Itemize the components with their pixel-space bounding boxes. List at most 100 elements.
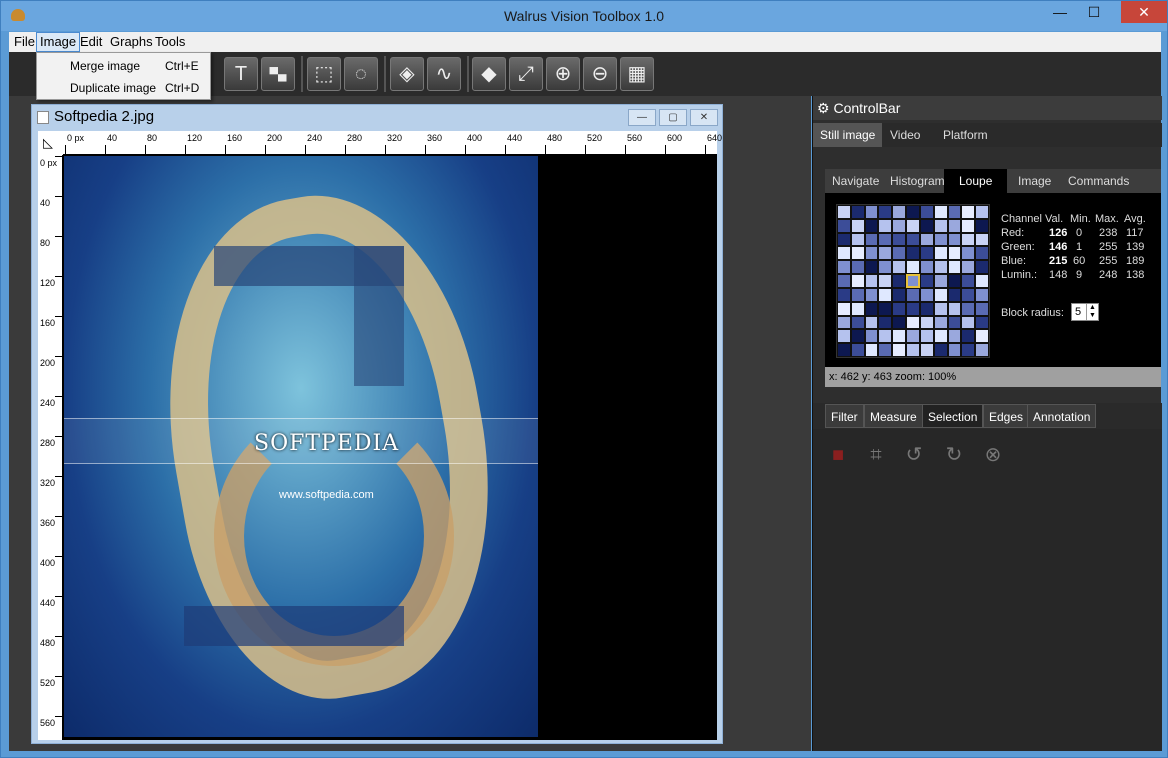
block-radius-spinner[interactable]: 5 ▲ ▼: [1071, 303, 1099, 321]
photo-logo-text: SOFTPEDIA: [254, 431, 400, 456]
text-tool-icon[interactable]: T: [224, 57, 258, 91]
app-window: Walrus Vision Toolbox 1.0 — ☐ ✕ File Ima…: [0, 0, 1168, 758]
minimize-button[interactable]: —: [1043, 1, 1077, 23]
rect-select-icon[interactable]: ⬚: [307, 57, 341, 91]
crop-icon[interactable]: ⌗: [863, 442, 889, 468]
loupe-cell: [906, 315, 920, 330]
tab-video[interactable]: Video: [883, 123, 927, 147]
loupe-cell: [878, 274, 893, 288]
tab-histogram[interactable]: Histogram: [883, 169, 952, 193]
menu-edit[interactable]: Edit: [77, 34, 105, 49]
curve-icon[interactable]: ∿: [427, 57, 461, 91]
loupe-cell: [919, 205, 934, 219]
stop-icon[interactable]: ■: [825, 442, 851, 468]
loupe-cell: [933, 260, 948, 275]
loupe-cell: [975, 343, 989, 357]
loupe-cell: [878, 218, 893, 233]
loupe-cell: [864, 260, 879, 275]
ruler-corner-icon[interactable]: ◺: [38, 131, 63, 155]
image-close-button[interactable]: ✕: [690, 109, 718, 126]
loupe-cell: [878, 205, 893, 219]
tab-image[interactable]: Image: [1011, 169, 1058, 193]
merge-image-item[interactable]: Merge image: [70, 59, 140, 73]
block-radius-value: 5: [1075, 306, 1082, 318]
photo: SOFTPEDIA www.softpedia.com: [64, 156, 538, 737]
menu-graphs[interactable]: Graphs: [107, 34, 156, 49]
loupe-cell: [961, 260, 976, 275]
h-ruler-tick: [185, 145, 186, 155]
duplicate-image-item[interactable]: Duplicate image: [70, 81, 156, 95]
tab-commands[interactable]: Commands: [1061, 169, 1136, 193]
rotate-right-icon[interactable]: ↻: [941, 442, 967, 468]
h-ruler-label: 640: [707, 133, 723, 143]
loupe-cell: [906, 260, 920, 275]
loupe-cell: [975, 205, 989, 219]
image-window[interactable]: Softpedia 2.jpg — ▢ ✕ ◺ 0 px 40 80 120 160 20…: [31, 104, 723, 744]
close-button[interactable]: ✕: [1121, 1, 1167, 23]
loupe-cell: [906, 232, 920, 247]
h-ruler-tick: [65, 145, 66, 155]
loupe-cell: [837, 287, 851, 302]
v-ruler-tick: [55, 476, 63, 477]
loupe-cell: [919, 315, 934, 330]
eraser-icon[interactable]: ◆: [472, 57, 506, 91]
v-ruler-label: 320: [40, 478, 56, 488]
loupe-cell: [892, 218, 907, 233]
toolbar-separator: [301, 56, 303, 92]
image-maximize-button[interactable]: ▢: [659, 109, 687, 126]
tab-navigate[interactable]: Navigate: [825, 169, 886, 193]
loupe-status: x: 462 y: 463 zoom: 100%: [825, 367, 1161, 387]
grid-icon[interactable]: ▦: [620, 57, 654, 91]
loupe-cell: [933, 315, 948, 330]
h-ruler-tick: [345, 145, 346, 155]
h-ruler-label: 520: [587, 133, 603, 143]
loupe-cell: [947, 205, 962, 219]
loupe-cell: [892, 246, 907, 261]
h-ruler-tick: [265, 145, 266, 155]
loupe-grid[interactable]: [836, 204, 990, 358]
bucket-icon[interactable]: ◈: [390, 57, 424, 91]
loupe-cell: [837, 329, 851, 344]
tab-measure[interactable]: Measure: [864, 404, 923, 428]
loupe-cell: [961, 343, 976, 357]
tab-platform[interactable]: Platform: [936, 123, 995, 147]
maximize-button[interactable]: ☐: [1077, 1, 1111, 23]
menu-image[interactable]: Image: [36, 32, 81, 52]
loupe-cell: [961, 329, 976, 344]
spinner-arrows-icon[interactable]: ▲ ▼: [1086, 304, 1098, 320]
v-ruler-tick: [55, 196, 63, 197]
ellipse-select-icon[interactable]: ◌: [344, 57, 378, 91]
rotate-left-icon[interactable]: ↺: [901, 442, 927, 468]
zoom-out-icon[interactable]: ⊖: [583, 57, 617, 91]
tab-edges[interactable]: Edges: [983, 404, 1030, 428]
loupe-cell: [933, 329, 948, 344]
loupe-cell: [878, 301, 893, 316]
loupe-cell: [919, 246, 934, 261]
tab-loupe[interactable]: Loupe: [944, 169, 1008, 193]
loupe-cell: [878, 246, 893, 261]
tab-annotation[interactable]: Annotation: [1027, 404, 1097, 428]
cancel-icon[interactable]: ⊗: [980, 442, 1006, 468]
h-ruler-label: 0 px: [67, 133, 85, 143]
image-menu-dropdown: Merge image Ctrl+E Duplicate image Ctrl+…: [36, 52, 211, 100]
menu-tools[interactable]: Tools: [152, 34, 188, 49]
loupe-cell: [837, 205, 851, 219]
h-ruler-label: 600: [667, 133, 683, 143]
loupe-cell: [919, 343, 934, 357]
pattern-icon[interactable]: ▀▄: [261, 57, 295, 91]
image-minimize-button[interactable]: —: [628, 109, 656, 126]
loupe-cell: [975, 301, 989, 316]
resize-icon[interactable]: ⤢: [509, 57, 543, 91]
tab-filter[interactable]: Filter: [825, 404, 864, 428]
loupe-cell: [837, 260, 851, 275]
zoom-in-icon[interactable]: ⊕: [546, 57, 580, 91]
tab-selection[interactable]: Selection: [922, 404, 984, 428]
h-ruler-label: 480: [547, 133, 563, 143]
menu-file[interactable]: File: [11, 34, 38, 49]
loupe-cell: [878, 329, 893, 344]
tab-still-image[interactable]: Still image: [813, 123, 883, 147]
image-canvas[interactable]: ◺ 0 px 40 80 120 160 200 240 280 320 360 400 440 480…: [38, 131, 722, 740]
v-ruler-label: 200: [40, 358, 56, 368]
v-ruler-tick: [55, 516, 63, 517]
h-ruler-label: 240: [307, 133, 323, 143]
